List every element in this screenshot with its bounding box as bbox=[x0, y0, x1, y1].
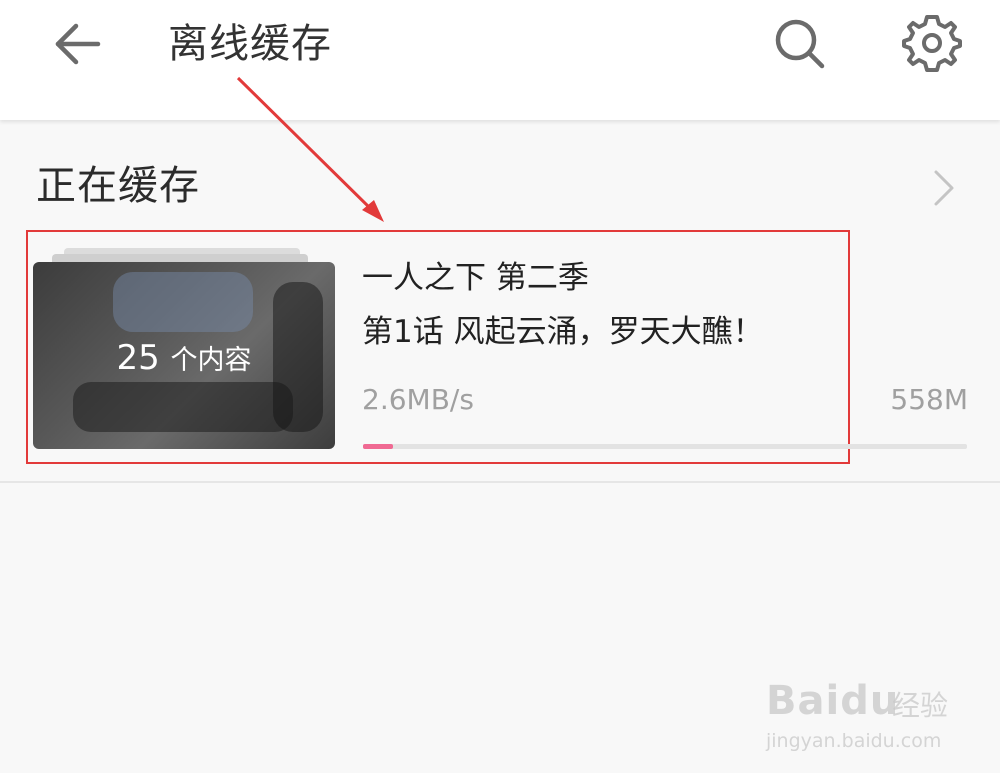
search-button[interactable] bbox=[764, 10, 834, 76]
search-icon bbox=[775, 19, 825, 69]
thumbnail-blur-shape bbox=[113, 272, 253, 332]
content-count-number: 25 bbox=[116, 338, 160, 378]
episode-title: 第1话 风起云涌，罗天大醮！ bbox=[362, 314, 764, 350]
series-title: 一人之下 第二季 bbox=[362, 260, 589, 296]
thumbnail-blur-shape bbox=[73, 382, 293, 432]
download-size: 558M bbox=[890, 383, 968, 416]
top-app-bar: 离线缓存 bbox=[0, 0, 1000, 120]
chevron-right-icon bbox=[934, 170, 954, 206]
content-count-unit: 个内容 bbox=[170, 345, 252, 376]
settings-button[interactable] bbox=[896, 10, 968, 76]
progress-fill bbox=[363, 444, 393, 449]
watermark-label: 经验 bbox=[892, 689, 949, 722]
series-thumbnail: 25 个内容 bbox=[33, 262, 335, 449]
offline-cache-screen: 离线缓存 正在缓存 25 个内容 一人之下 第二季 第1话 风起云涌，罗天大醮！… bbox=[0, 0, 1000, 773]
content-count: 25 个内容 bbox=[33, 338, 335, 381]
download-speed: 2.6MB/s bbox=[362, 383, 474, 416]
back-button[interactable] bbox=[40, 12, 116, 76]
watermark-url: jingyan.baidu.com bbox=[766, 730, 942, 752]
gear-icon bbox=[902, 15, 962, 72]
arrow-left-icon bbox=[55, 23, 101, 65]
watermark-logo: Baidu bbox=[766, 678, 900, 724]
section-title: 正在缓存 bbox=[36, 163, 200, 209]
section-divider bbox=[0, 481, 1000, 483]
progress-bar bbox=[363, 444, 967, 449]
baidu-jingyan-watermark: Baidu 经验 jingyan.baidu.com bbox=[760, 660, 980, 760]
download-item[interactable]: 25 个内容 一人之下 第二季 第1话 风起云涌，罗天大醮！ 2.6MB/s 5… bbox=[26, 230, 968, 464]
caching-section-header[interactable]: 正在缓存 bbox=[0, 140, 1000, 230]
page-title: 离线缓存 bbox=[168, 21, 332, 67]
